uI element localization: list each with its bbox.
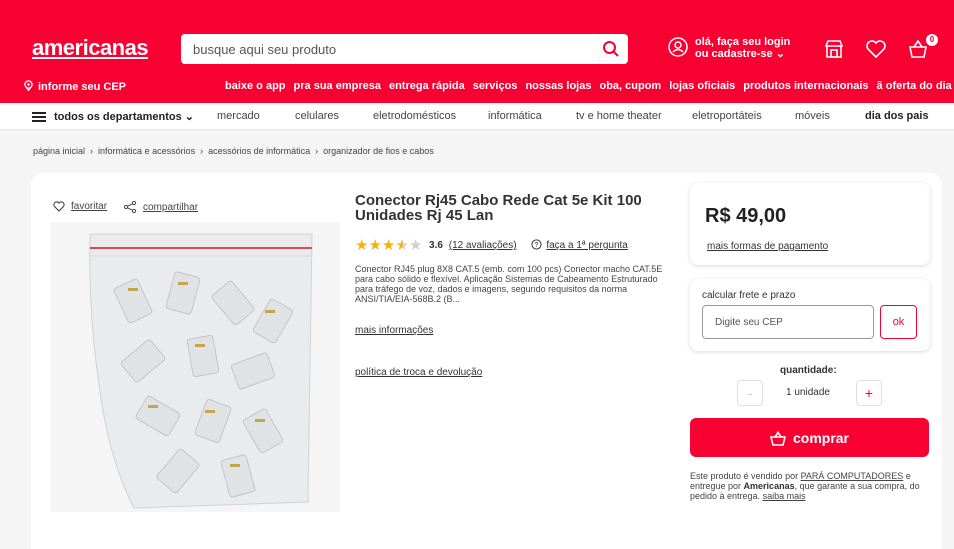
cep-field[interactable]: [702, 305, 874, 339]
ask-question-link[interactable]: ? faça a 1ª pergunta: [531, 239, 628, 251]
svg-text:?: ?: [535, 242, 539, 249]
category-item[interactable]: eletroportáteis: [692, 110, 762, 122]
category-item[interactable]: eletrodomésticos: [373, 110, 456, 122]
breadcrumb-separator: ›: [315, 146, 319, 156]
buy-button[interactable]: comprar: [690, 418, 929, 457]
nav-link-app[interactable]: baixe o app: [225, 80, 286, 92]
seller-info: Este produto é vendido por PARÁ COMPUTAD…: [690, 471, 930, 501]
buy-label: comprar: [792, 429, 850, 446]
nav-link-international[interactable]: produtos internacionais: [743, 80, 868, 92]
search-input[interactable]: [193, 34, 593, 64]
share-icon: [123, 200, 137, 214]
learn-more-link[interactable]: saiba mais: [763, 491, 806, 501]
nav-link-fast-delivery[interactable]: entrega rápida: [389, 80, 465, 92]
question-circle-icon: ?: [531, 239, 542, 250]
nav-link-coupon[interactable]: oba, cupom: [599, 80, 661, 92]
ask-question-label: faça a 1ª pergunta: [546, 240, 628, 251]
return-policy-link[interactable]: política de troca e devolução: [355, 367, 482, 378]
heart-outline-icon: [53, 201, 65, 212]
quantity-decrease-button[interactable]: -: [737, 380, 763, 406]
more-info-link[interactable]: mais informações: [355, 325, 433, 336]
breadcrumb-item[interactable]: acessórios de informática: [208, 146, 310, 156]
cep-link[interactable]: informe seu CEP: [23, 80, 126, 96]
category-item[interactable]: informática: [488, 110, 542, 122]
product-rating: ★★★★★ 3.6 (12 avaliações) ? faça a 1ª per…: [355, 236, 628, 254]
category-bar: todos os departamentos ⌄ mercado celular…: [0, 103, 954, 130]
breadcrumb-item[interactable]: informática e acessórios: [98, 146, 195, 156]
reviews-link[interactable]: (12 avaliações): [449, 240, 517, 251]
star-half-icon: ★: [395, 237, 409, 254]
top-nav-links: baixe o app pra sua empresa entrega rápida…: [225, 80, 954, 96]
all-departments-button[interactable]: todos os departamentos ⌄: [54, 110, 194, 123]
breadcrumb-separator: ›: [90, 146, 94, 156]
shipping-box: calcular frete e prazo ok: [690, 279, 930, 351]
nav-link-daily-offer[interactable]: ã oferta do dia: [877, 80, 952, 92]
store-icon[interactable]: [823, 38, 845, 60]
nav-link-official-stores[interactable]: lojas oficiais: [669, 80, 735, 92]
payment-options-link[interactable]: mais formas de pagamento: [707, 241, 828, 252]
cart-count-badge: 0: [926, 34, 938, 46]
nav-link-stores[interactable]: nossas lojas: [525, 80, 591, 92]
rating-value: 3.6: [429, 240, 443, 251]
shipping-label: calcular frete e prazo: [702, 290, 796, 301]
user-icon: [668, 37, 688, 57]
basket-icon: [769, 430, 787, 446]
product-title: Conector Rj45 Cabo Rede Cat 5e Kit 100 U…: [355, 192, 642, 224]
star-full-icon: ★: [368, 237, 382, 254]
breadcrumb-item[interactable]: organizador de fios e cabos: [323, 146, 434, 156]
category-item[interactable]: móveis: [795, 110, 830, 122]
login-line-2: ou cadastre-se ⌄: [695, 48, 785, 60]
quantity-value: 1 unidade: [786, 387, 830, 398]
login-line-1: olá, faça seu login: [695, 36, 791, 48]
search-icon[interactable]: [602, 40, 620, 58]
search-bar: [181, 34, 628, 64]
breadcrumb-separator: ›: [200, 146, 204, 156]
location-pin-icon: [24, 80, 33, 91]
product-image[interactable]: [50, 222, 340, 512]
seller-link[interactable]: PARÁ COMPUTADORES: [801, 471, 904, 481]
favorite-label: favoritar: [71, 201, 108, 212]
cep-label: informe seu CEP: [38, 81, 127, 93]
heart-icon[interactable]: [865, 38, 887, 60]
favorite-button[interactable]: favoritar: [53, 201, 107, 212]
category-item[interactable]: celulares: [295, 110, 339, 122]
seller-text: Este produto é vendido por: [690, 471, 801, 481]
quantity-label: quantidade:: [780, 365, 837, 376]
menu-icon[interactable]: [32, 112, 46, 122]
calculate-shipping-button[interactable]: ok: [880, 305, 917, 339]
category-item[interactable]: mercado: [217, 110, 260, 122]
product-description: Conector RJ45 plug 8X8 CAT.5 (emb. com 1…: [355, 264, 663, 304]
deliverer-name: Americanas: [743, 481, 795, 491]
nav-link-business[interactable]: pra sua empresa: [294, 80, 381, 92]
americanas-logo[interactable]: americanas: [32, 35, 149, 61]
category-item-dia-dos-pais[interactable]: dia dos pais: [865, 110, 929, 122]
share-button[interactable]: compartilhar: [123, 200, 199, 214]
breadcrumb-item[interactable]: página inicial: [33, 146, 85, 156]
star-full-icon: ★: [381, 237, 396, 254]
star-full-icon: ★: [355, 237, 369, 254]
nav-link-services[interactable]: serviços: [473, 80, 518, 92]
quantity-increase-button[interactable]: +: [856, 380, 882, 406]
star-empty-icon: ★: [408, 237, 423, 254]
breadcrumb: página inicial › informática e acessórios ›…: [33, 146, 434, 156]
share-label: compartilhar: [143, 202, 199, 213]
product-price: R$ 49,00: [705, 205, 787, 227]
category-item[interactable]: tv e home theater: [576, 110, 662, 122]
price-box: R$ 49,00 mais formas de pagamento: [690, 183, 930, 265]
